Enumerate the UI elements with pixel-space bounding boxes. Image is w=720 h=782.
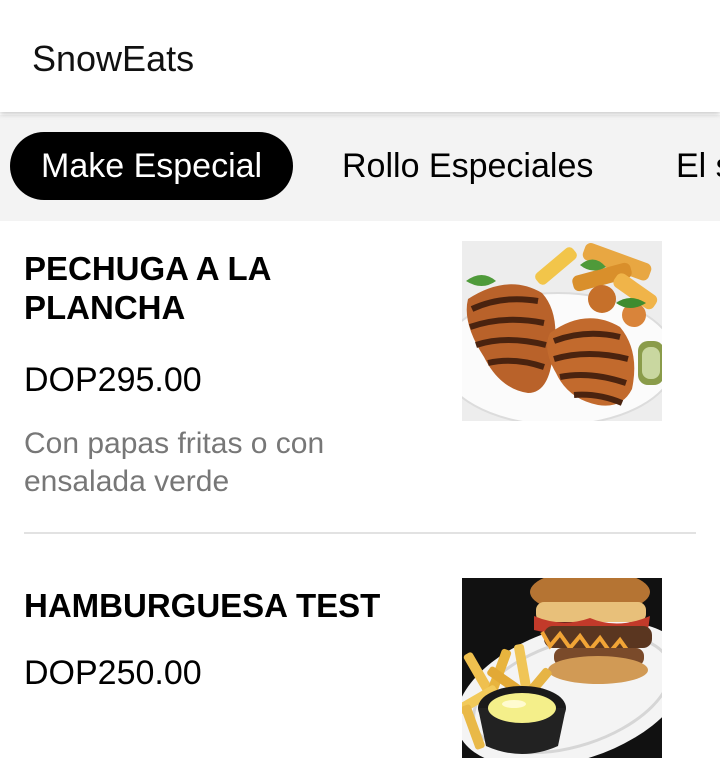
burger-fries-photo — [462, 578, 662, 758]
menu-item-pechuga[interactable]: PECHUGA A LA PLANCHA DOP295.00 Con papas… — [0, 221, 720, 533]
category-tab-strip[interactable]: Make Especial Rollo Especiales El s — [0, 115, 720, 221]
grilled-chicken-photo — [462, 241, 662, 421]
tab-rollo-especiales[interactable]: Rollo Especiales — [342, 132, 593, 200]
menu-item-hamburguesa[interactable]: HAMBURGUESA TEST DOP250.00 — [0, 534, 720, 782]
item-description: Con papas fritas o con ensalada verde — [24, 427, 325, 498]
tab-el-s[interactable]: El s — [676, 132, 720, 200]
item-price: DOP295.00 — [24, 361, 202, 399]
item-name: PECHUGA A LA PLANCHA — [24, 250, 271, 326]
item-price: DOP250.00 — [24, 654, 202, 692]
app-title: SnowEats — [32, 38, 195, 79]
app-bar: SnowEats — [0, 0, 720, 112]
tab-make-especial[interactable]: Make Especial — [10, 132, 294, 200]
item-name: HAMBURGUESA TEST — [24, 587, 381, 624]
